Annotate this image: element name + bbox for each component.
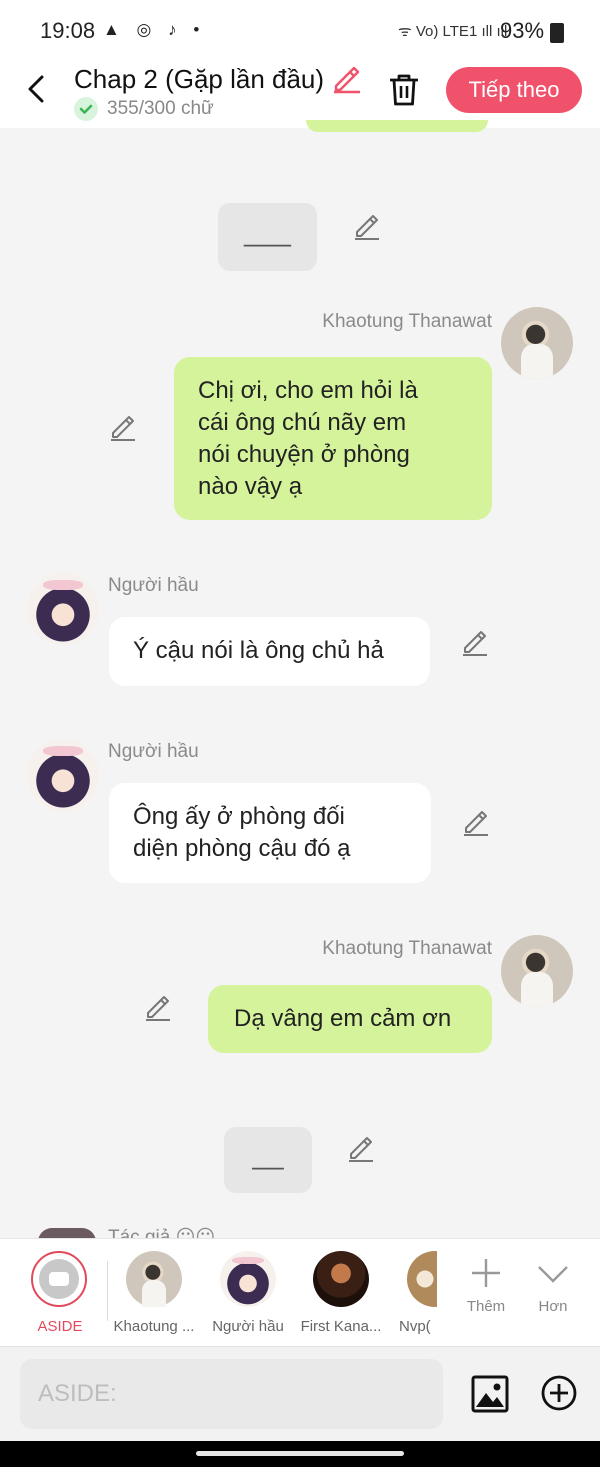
character-bar: ASIDE Khaotung ... Người hầu First Kana.…	[0, 1238, 600, 1347]
battery-percent: 93%	[500, 18, 545, 43]
word-count: 355/300 chữ	[107, 98, 214, 119]
message-line: nào vậy ạ	[198, 473, 303, 500]
home-indicator[interactable]	[196, 1451, 404, 1456]
avatar[interactable]	[27, 573, 99, 645]
insert-image-button[interactable]	[470, 1374, 510, 1414]
next-button[interactable]: Tiếp theo	[446, 67, 582, 113]
avatar[interactable]	[501, 935, 573, 1007]
plus-icon	[472, 1259, 500, 1287]
sender-name: Người hầu	[108, 575, 199, 596]
chevron-down-icon	[538, 1266, 568, 1283]
input-bar	[0, 1346, 600, 1442]
avatar[interactable]	[27, 739, 99, 811]
pencil-icon	[146, 996, 170, 1021]
system-nav-bar	[0, 1441, 600, 1467]
scene-break[interactable]: ___	[218, 203, 317, 271]
edit-scene-break-button[interactable]	[352, 212, 382, 242]
character-avatar-khaotung[interactable]	[126, 1251, 182, 1307]
delete-button[interactable]	[386, 70, 422, 110]
edit-message-button[interactable]	[143, 993, 173, 1023]
sender-name: Người hầu	[108, 741, 199, 762]
check-icon	[74, 97, 98, 121]
status-time: 19:08	[40, 18, 96, 43]
signal-icons: ᯤ Vo) LTE1 ıll ıll	[398, 23, 508, 40]
character-avatar-nguoi-hau[interactable]	[220, 1251, 276, 1307]
message-input[interactable]	[20, 1359, 443, 1429]
add-character-button[interactable]	[468, 1255, 504, 1291]
character-avatar-nvp[interactable]	[407, 1251, 437, 1307]
status-bar: 19:08 ▲ ◎ ♪ • ᯤ Vo) LTE1 ıll ıll 93%	[0, 0, 600, 62]
character-avatar-first[interactable]	[313, 1251, 369, 1307]
divider	[107, 1261, 108, 1321]
image-icon	[471, 1375, 509, 1413]
message-line: cái ông chú nãy em	[198, 409, 407, 436]
message-input-wrapper	[20, 1359, 443, 1429]
scene-break[interactable]: __	[224, 1127, 312, 1193]
message-line: nói chuyện ở phòng	[198, 441, 410, 468]
add-button[interactable]	[540, 1374, 578, 1412]
message-bubble[interactable]: Dạ vâng em cảm ơn	[208, 985, 492, 1053]
pencil-icon	[349, 1137, 373, 1162]
character-label: First Kana...	[300, 1318, 382, 1335]
aside-icon	[39, 1259, 79, 1299]
chapter-header: Chap 2 (Gặp lần đầu) 355/300 chữ Tiếp th…	[0, 62, 600, 128]
more-label: Hơn	[538, 1298, 568, 1315]
character-label: Người hầu	[212, 1318, 284, 1335]
message-line: Ông ấy ở phòng đối	[133, 803, 345, 830]
edit-message-button[interactable]	[460, 628, 490, 658]
pencil-icon	[355, 215, 379, 240]
add-label: Thêm	[466, 1298, 506, 1315]
message-bubble[interactable]: Ý cậu nói là ông chủ hả	[109, 617, 430, 686]
edit-message-button[interactable]	[461, 808, 491, 838]
message-bubble[interactable]: Ông ấy ở phòng đối diện phòng cậu đó ạ	[109, 783, 431, 883]
avatar[interactable]	[501, 307, 573, 379]
message-line: Ý cậu nói là ông chủ hả	[133, 637, 384, 664]
pencil-icon	[111, 416, 135, 441]
edit-title-button[interactable]	[330, 64, 362, 94]
more-button[interactable]	[535, 1255, 571, 1291]
chevron-left-icon	[28, 75, 44, 103]
chapter-title: Chap 2 (Gặp lần đầu)	[74, 64, 325, 94]
message-line: diện phòng cậu đó ạ	[133, 835, 351, 862]
pencil-icon	[464, 811, 488, 836]
sender-name: Khaotung Thanawat	[322, 311, 492, 332]
battery-icon	[550, 23, 564, 43]
notification-icons: ▲ ◎ ♪ •	[103, 20, 206, 39]
message-bubble-partial[interactable]	[306, 120, 488, 132]
plus-circle-icon	[541, 1375, 577, 1411]
trash-icon	[390, 74, 418, 106]
message-line: Chị ơi, cho em hỏi là	[198, 377, 418, 404]
edit-scene-break-button[interactable]	[346, 1134, 376, 1164]
message-line: Dạ vâng em cảm ơn	[234, 1005, 452, 1032]
back-button[interactable]	[22, 72, 52, 106]
message-bubble[interactable]: Chị ơi, cho em hỏi là cái ông chú nãy em…	[174, 357, 492, 520]
edit-message-button[interactable]	[108, 413, 138, 443]
pencil-icon	[463, 631, 487, 656]
pencil-icon	[334, 66, 360, 94]
aside-label: ASIDE	[37, 1318, 83, 1335]
character-label: Khaotung ...	[113, 1318, 195, 1335]
character-label: Nvp(	[399, 1318, 431, 1335]
sender-name: Khaotung Thanawat	[322, 938, 492, 959]
aside-button[interactable]	[31, 1251, 87, 1307]
